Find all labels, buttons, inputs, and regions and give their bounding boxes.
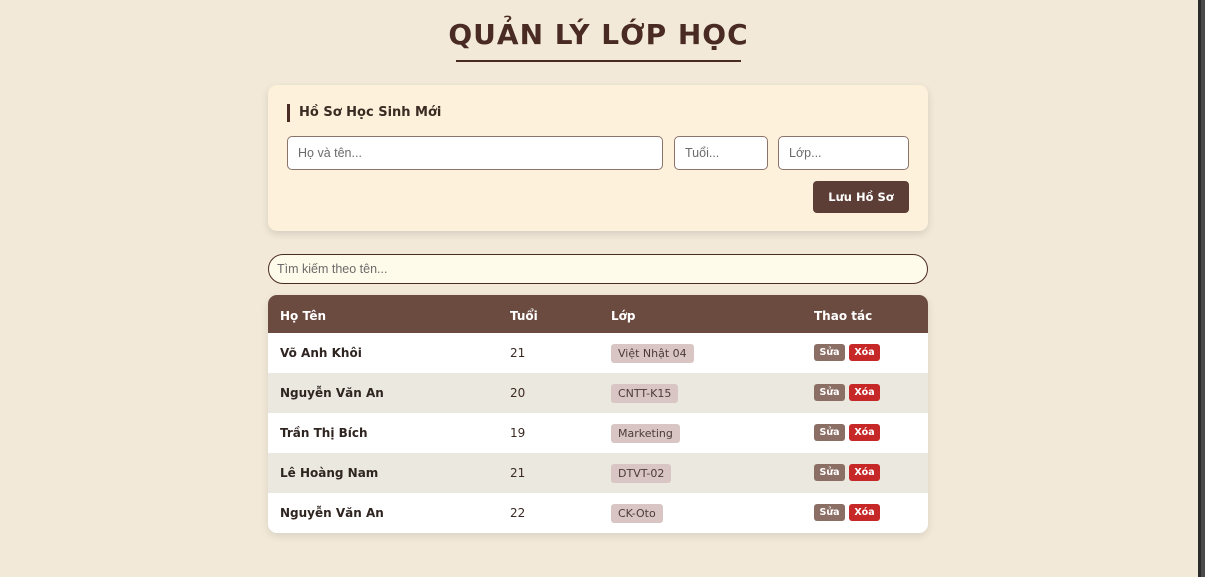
column-header-age: Tuổi [510, 309, 538, 323]
class-cell: Việt Nhật 04 [611, 344, 694, 363]
table-row: Lê Hoàng Nam 21 DTVT-02 Sửa Xóa [268, 453, 928, 493]
page-title: QUẢN LÝ LỚP HỌC [448, 18, 749, 51]
class-badge: Việt Nhật 04 [611, 344, 694, 363]
student-name: Lê Hoàng Nam [280, 466, 379, 480]
delete-button[interactable]: Xóa [849, 384, 880, 401]
window-scrollbar[interactable] [1198, 0, 1205, 577]
table-row: Nguyễn Văn An 20 CNTT-K15 Sửa Xóa [268, 373, 928, 413]
class-cell: Marketing [611, 424, 680, 443]
title-underline [456, 60, 741, 62]
student-name: Nguyễn Văn An [280, 506, 384, 520]
row-actions: Sửa Xóa [814, 344, 880, 362]
table-row: Nguyễn Văn An 22 CK-Oto Sửa Xóa [268, 493, 928, 533]
edit-button[interactable]: Sửa [814, 344, 845, 361]
table-row: Trần Thị Bích 19 Marketing Sửa Xóa [268, 413, 928, 453]
form-heading: Hồ Sơ Học Sinh Mới [287, 104, 441, 122]
edit-button[interactable]: Sửa [814, 464, 845, 481]
edit-button[interactable]: Sửa [814, 384, 845, 401]
row-actions: Sửa Xóa [814, 464, 880, 482]
save-profile-button[interactable]: Lưu Hồ Sơ [813, 181, 909, 213]
delete-button[interactable]: Xóa [849, 504, 880, 521]
delete-button[interactable]: Xóa [849, 344, 880, 361]
column-header-name: Họ Tên [280, 309, 327, 323]
student-name: Nguyễn Văn An [280, 386, 384, 400]
new-student-form: Hồ Sơ Học Sinh Mới Lưu Hồ Sơ [268, 85, 928, 231]
name-input[interactable] [287, 136, 663, 170]
search-input[interactable] [268, 254, 928, 284]
delete-button[interactable]: Xóa [849, 424, 880, 441]
student-age: 21 [510, 346, 526, 360]
student-name: Võ Anh Khôi [280, 346, 362, 360]
student-age: 20 [510, 386, 526, 400]
row-actions: Sửa Xóa [814, 424, 880, 442]
table-header: Họ Tên Tuổi Lớp Thao tác [268, 295, 928, 333]
student-age: 22 [510, 506, 526, 520]
edit-button[interactable]: Sửa [814, 504, 845, 521]
column-header-actions: Thao tác [814, 309, 873, 323]
scrollbar-thumb[interactable] [1201, 0, 1205, 577]
column-header-class: Lớp [611, 309, 636, 323]
edit-button[interactable]: Sửa [814, 424, 845, 441]
class-badge: Marketing [611, 424, 680, 443]
row-actions: Sửa Xóa [814, 384, 880, 402]
class-cell: CK-Oto [611, 504, 663, 523]
page: QUẢN LÝ LỚP HỌC Hồ Sơ Học Sinh Mới Lưu H… [0, 0, 1205, 577]
student-table: Họ Tên Tuổi Lớp Thao tác Võ Anh Khôi 21 … [268, 295, 928, 533]
class-cell: CNTT-K15 [611, 384, 679, 403]
row-actions: Sửa Xóa [814, 504, 880, 522]
student-name: Trần Thị Bích [280, 426, 368, 440]
class-cell: DTVT-02 [611, 464, 672, 483]
class-input[interactable] [778, 136, 909, 170]
student-age: 19 [510, 426, 526, 440]
table-row: Võ Anh Khôi 21 Việt Nhật 04 Sửa Xóa [268, 333, 928, 373]
class-badge: DTVT-02 [611, 464, 672, 483]
class-badge: CNTT-K15 [611, 384, 679, 403]
age-input[interactable] [674, 136, 768, 170]
delete-button[interactable]: Xóa [849, 464, 880, 481]
class-badge: CK-Oto [611, 504, 663, 523]
student-age: 21 [510, 466, 526, 480]
